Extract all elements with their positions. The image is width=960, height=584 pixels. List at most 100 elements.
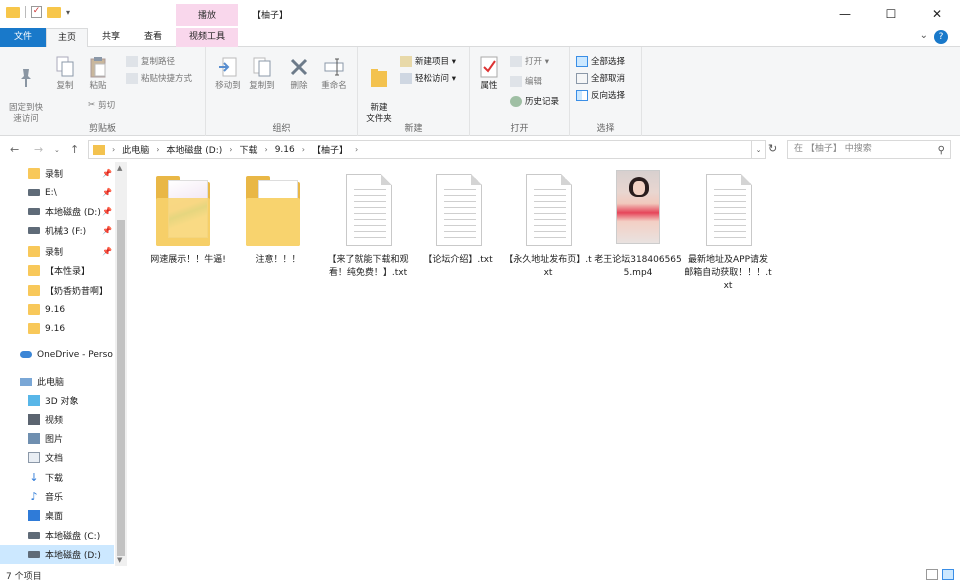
properties-icon[interactable]: ✓ [31, 6, 42, 18]
nav-label: 9.16 [45, 323, 66, 334]
tab-home[interactable]: 主页 [46, 28, 88, 47]
select-none-icon [576, 72, 588, 84]
properties-button[interactable]: 属性 [474, 55, 504, 92]
forward-arrow-icon[interactable]: → [34, 143, 43, 156]
copy-button[interactable]: 复制 [52, 55, 78, 92]
back-arrow-icon[interactable]: ← [10, 143, 19, 156]
file-item[interactable]: 最新地址及APP请发邮箱自动获取！！！.txt [684, 170, 772, 293]
scroll-down-icon[interactable]: ▼ [117, 556, 122, 564]
chevron-right-icon[interactable]: › [355, 145, 358, 154]
tab-share[interactable]: 共享 [92, 28, 130, 47]
cut-button[interactable]: ✂ 剪切 [88, 99, 115, 111]
nav-item-quick-folder[interactable]: 【本性录】 [0, 261, 114, 280]
new-item-button[interactable]: 新建项目 ▾ [400, 55, 456, 67]
tab-view[interactable]: 查看 [134, 28, 172, 47]
copy-to-button[interactable]: 复制到 [246, 55, 278, 92]
collapse-ribbon-icon[interactable]: ⌄ [920, 30, 928, 44]
paste-shortcut-button[interactable]: 粘贴快捷方式 [126, 72, 192, 84]
open-button[interactable]: 打开 ▾ [510, 55, 549, 67]
chevron-right-icon[interactable]: › [302, 145, 305, 154]
breadcrumb-item[interactable]: 9.16 [275, 145, 295, 155]
nav-item-quick-folder[interactable]: 录制 📌 [0, 164, 114, 183]
file-name: 最新地址及APP请发邮箱自动获取！！！.txt [684, 255, 772, 291]
nav-item-onedrive[interactable]: OneDrive - Perso [0, 345, 114, 364]
tab-video-tools[interactable]: 视频工具 [176, 28, 238, 47]
nav-item-downloads[interactable]: ↓ 下载 [0, 468, 114, 487]
nav-item-quick-folder[interactable]: 录制 📌 [0, 242, 114, 261]
file-item[interactable]: 【永久地址发布页】.txt [504, 170, 592, 280]
search-input[interactable]: 在 【柚子】 中搜索 ⚲ [787, 140, 951, 159]
up-arrow-icon[interactable]: ↑ [70, 143, 79, 156]
select-all-icon [576, 55, 588, 67]
invert-selection-button[interactable]: 反向选择 [576, 89, 625, 101]
edit-button[interactable]: 编辑 [510, 75, 542, 87]
nav-item-drive[interactable]: 本地磁盘 (D:) 📌 [0, 202, 114, 221]
nav-item-desktop[interactable]: 桌面 [0, 506, 114, 525]
file-item[interactable]: 【论坛介绍】.txt [414, 170, 502, 267]
file-name: 【论坛介绍】.txt [423, 255, 493, 265]
copy-to-label: 复制到 [249, 81, 275, 91]
scrollbar-thumb[interactable] [117, 220, 125, 556]
easy-access-button[interactable]: 轻松访问 ▾ [400, 72, 456, 84]
nav-item-3d-objects[interactable]: 3D 对象 [0, 391, 114, 410]
new-folder-button[interactable]: 新建 文件夹 [362, 55, 396, 125]
file-item[interactable]: 老王论坛3184065655.mp4 [594, 170, 682, 280]
breadcrumb-item[interactable]: 【柚子】 [312, 143, 348, 156]
history-button[interactable]: 历史记录 [510, 95, 559, 107]
chevron-right-icon[interactable]: › [229, 145, 232, 154]
breadcrumb-item[interactable]: 此电脑 [122, 143, 149, 156]
nav-item-drive-c[interactable]: 本地磁盘 (C:) [0, 526, 114, 545]
rename-button[interactable]: 重命名 [318, 55, 350, 92]
nav-item-documents[interactable]: 文档 [0, 448, 114, 467]
nav-item-this-pc[interactable]: 此电脑 [0, 372, 114, 391]
chevron-right-icon[interactable]: › [156, 145, 159, 154]
help-icon[interactable]: ? [934, 30, 948, 44]
nav-item-pictures[interactable]: 图片 [0, 429, 114, 448]
nav-scrollbar[interactable]: ▲ ▼ [115, 162, 127, 566]
nav-item-drive[interactable]: E:\ 📌 [0, 183, 114, 202]
nav-item-quick-folder[interactable]: 【奶香奶昔啊】 [0, 281, 114, 300]
address-dropdown-icon[interactable]: ⌄ [752, 140, 766, 159]
chevron-right-icon[interactable]: › [265, 145, 268, 154]
nav-item-videos[interactable]: 视频 [0, 410, 114, 429]
cut-icon: ✂ [88, 100, 96, 110]
select-none-button[interactable]: 全部取消 [576, 72, 625, 84]
customize-qat-icon[interactable]: ▾ [66, 8, 70, 17]
pin-quick-access-button[interactable]: 固定到快 速访问 [6, 55, 46, 125]
nav-item-quick-folder[interactable]: 9.16 [0, 300, 114, 319]
details-view-icon[interactable] [926, 569, 938, 580]
file-item[interactable]: 网速展示！！牛逼! [144, 170, 232, 267]
address-bar[interactable]: › 此电脑 › 本地磁盘 (D:) › 下载 › 9.16 › 【柚子】 › [88, 140, 752, 159]
maximize-button[interactable]: ☐ [868, 0, 914, 28]
close-button[interactable]: ✕ [914, 0, 960, 28]
minimize-button[interactable]: — [822, 0, 868, 28]
select-all-button[interactable]: 全部选择 [576, 55, 625, 67]
status-bar: 7 个项目 [0, 566, 960, 584]
scroll-up-icon[interactable]: ▲ [117, 164, 122, 172]
history-icon [510, 95, 522, 107]
chevron-right-icon[interactable]: › [112, 145, 115, 154]
file-item[interactable]: 注意！！！ [234, 170, 322, 267]
breadcrumb-item[interactable]: 本地磁盘 (D:) [166, 143, 222, 156]
nav-item-music[interactable]: ♪ 音乐 [0, 487, 114, 506]
folder-icon [28, 246, 40, 257]
file-item[interactable]: 【来了就能下载和观看！纯免费！】.txt [324, 170, 412, 280]
copy-path-button[interactable]: 复制路径 [126, 55, 175, 67]
pin-icon: 📌 [102, 226, 112, 235]
nav-item-drive-d[interactable]: 本地磁盘 (D:) [0, 545, 114, 564]
tab-file[interactable]: 文件 [0, 28, 46, 47]
new-folder-icon[interactable] [47, 6, 61, 18]
nav-item-quick-folder[interactable]: 9.16 [0, 319, 114, 338]
recent-dropdown-icon[interactable]: ⌄ [54, 146, 60, 154]
paste-button[interactable]: 粘贴 [84, 55, 112, 92]
refresh-icon[interactable]: ↻ [768, 142, 777, 155]
nav-item-drive[interactable]: 机械3 (F:) 📌 [0, 221, 114, 240]
view-switcher [926, 569, 954, 580]
breadcrumb-item[interactable]: 下载 [239, 143, 257, 156]
large-icons-view-icon[interactable] [942, 569, 954, 580]
nav-label: 本地磁盘 (C:) [45, 532, 101, 542]
delete-button[interactable]: 删除 [286, 55, 312, 92]
move-to-button[interactable]: 移动到 [212, 55, 244, 92]
folder-icon[interactable] [6, 6, 20, 18]
cube-icon [28, 395, 40, 406]
